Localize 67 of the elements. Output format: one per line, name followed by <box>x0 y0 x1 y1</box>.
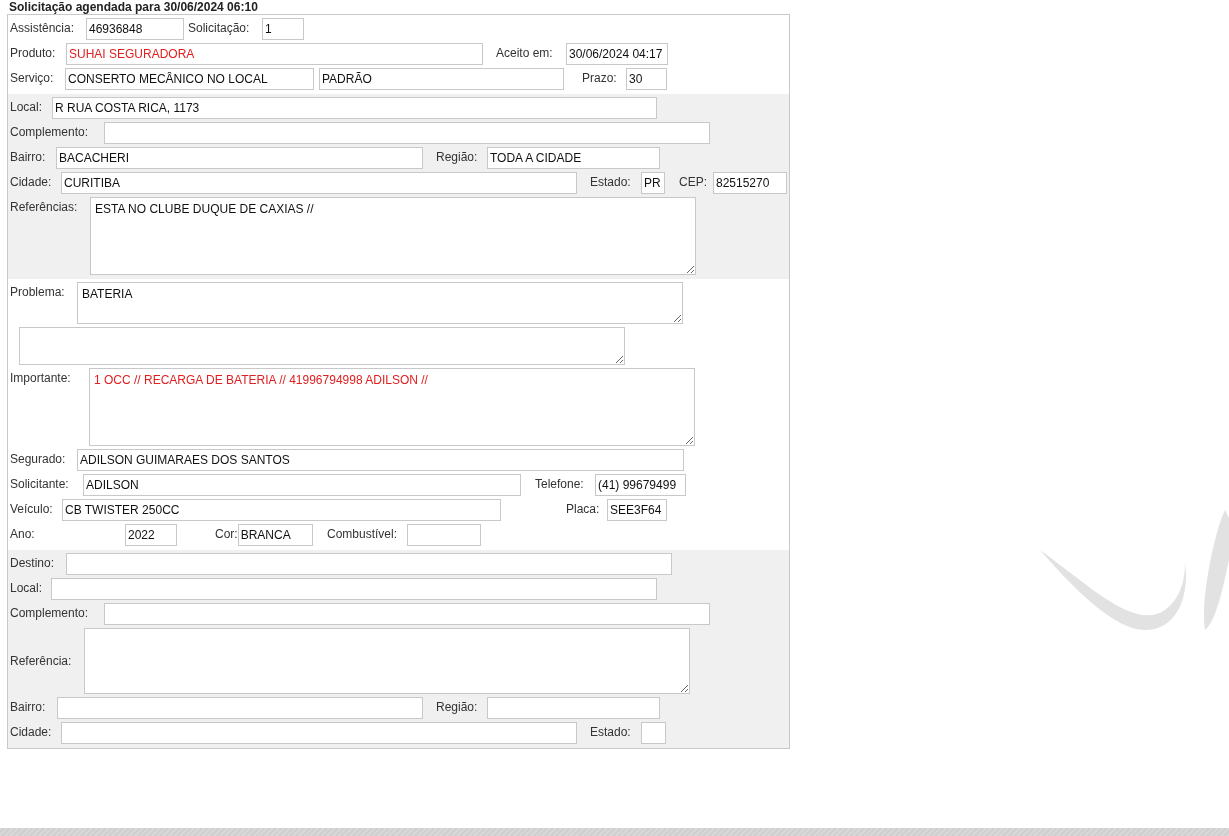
field-label: Região: <box>436 699 478 716</box>
field-label: Referências: <box>10 199 78 216</box>
input-field[interactable] <box>104 122 710 144</box>
input-field[interactable]: R RUA COSTA RICA, 1173 <box>52 97 657 119</box>
field-label: Destino: <box>10 555 55 572</box>
field-label: Referência: <box>10 653 72 670</box>
input-field[interactable]: SUHAI SEGURADORA <box>66 43 483 65</box>
field-label: Cidade: <box>10 174 52 191</box>
field-label: Estado: <box>590 724 631 741</box>
input-field[interactable]: 2022 <box>125 524 177 546</box>
field-label: Placa: <box>566 501 600 518</box>
input-field[interactable]: (41) 99679499 <box>595 474 686 496</box>
input-field[interactable]: 46936848 <box>86 18 184 40</box>
input-field[interactable]: BRANCA <box>237 524 313 546</box>
input-field[interactable]: TODA A CIDADE <box>487 147 660 169</box>
field-label: Local: <box>10 99 43 116</box>
field-label: Cidade: <box>10 724 52 741</box>
input-field[interactable]: CB TWISTER 250CC <box>62 499 501 521</box>
field-label: Solicitação: <box>188 20 250 37</box>
input-field[interactable]: 1 <box>262 18 304 40</box>
text-area[interactable] <box>84 628 690 694</box>
field-label: Ano: <box>10 526 35 543</box>
text-area[interactable] <box>19 327 625 365</box>
input-field[interactable] <box>104 603 710 625</box>
input-field[interactable]: ADILSON GUIMARAES DOS SANTOS <box>77 449 684 471</box>
input-field[interactable]: ADILSON <box>83 474 521 496</box>
input-field[interactable]: PR <box>641 172 665 194</box>
input-field[interactable] <box>61 722 577 744</box>
input-field[interactable] <box>487 697 660 719</box>
input-field[interactable]: CONSERTO MECÂNICO NO LOCAL <box>65 68 314 90</box>
field-label: Complemento: <box>10 605 89 622</box>
field-label: Serviço: <box>10 70 54 87</box>
field-label: Bairro: <box>10 149 46 166</box>
field-label: Assistência: <box>10 20 75 37</box>
input-field[interactable]: 30 <box>626 68 667 90</box>
field-label: Combustível: <box>327 526 398 543</box>
field-label: Região: <box>436 149 478 166</box>
input-field[interactable] <box>51 578 657 600</box>
field-label: Segurado: <box>10 451 66 468</box>
field-label: Veículo: <box>10 501 53 518</box>
field-label: Cor: <box>215 526 238 543</box>
field-label: Problema: <box>10 284 65 301</box>
input-field[interactable]: CURITIBA <box>61 172 577 194</box>
field-label: Local: <box>10 580 43 597</box>
field-label: Complemento: <box>10 124 89 141</box>
text-area[interactable]: ESTA NO CLUBE DUQUE DE CAXIAS // <box>90 197 696 275</box>
input-field[interactable] <box>641 722 666 744</box>
form-title: Solicitação agendada para 30/06/2024 06:10 <box>8 0 259 14</box>
input-field[interactable] <box>57 697 423 719</box>
input-field[interactable] <box>407 524 481 546</box>
field-label: CEP: <box>679 174 707 191</box>
field-label: Solicitante: <box>10 476 69 493</box>
input-field[interactable]: SEE3F64 <box>607 499 667 521</box>
input-field[interactable] <box>66 553 672 575</box>
field-label: Importante: <box>10 370 71 387</box>
input-field[interactable]: PADRÃO <box>319 68 564 90</box>
field-label: Produto: <box>10 45 56 62</box>
field-label: Aceito em: <box>496 45 553 62</box>
field-label: Estado: <box>590 174 631 191</box>
input-field[interactable]: BACACHERI <box>56 147 423 169</box>
input-field[interactable]: 82515270 <box>713 172 787 194</box>
input-field[interactable]: 30/06/2024 04:17 <box>566 43 668 65</box>
field-label: Telefone: <box>535 476 584 493</box>
text-area[interactable]: 1 OCC // RECARGA DE BATERIA // 41996794998 ADILSON // <box>89 368 695 446</box>
field-label: Bairro: <box>10 699 46 716</box>
field-label: Prazo: <box>582 70 617 87</box>
text-area[interactable]: BATERIA <box>77 282 683 324</box>
